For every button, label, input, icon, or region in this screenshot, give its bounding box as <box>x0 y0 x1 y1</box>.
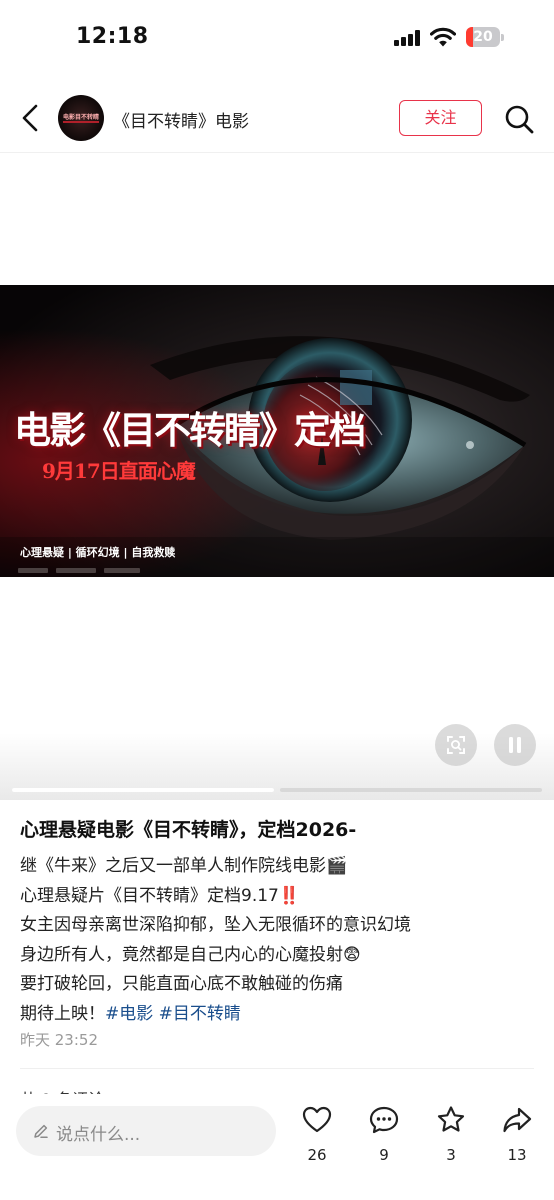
hashtag-movie[interactable]: #电影 <box>105 1004 153 1024</box>
like-count: 26 <box>307 1146 327 1164</box>
carousel-segment-2 <box>280 788 542 792</box>
bottom-action-bar: 说点什么... 26 9 3 13 <box>0 1094 554 1200</box>
comment-button[interactable]: 9 <box>359 1104 409 1164</box>
share-button[interactable]: 13 <box>492 1104 542 1164</box>
back-button[interactable] <box>14 98 48 138</box>
post-line: 继《牛来》之后又一部单人制作院线电影🎬 <box>20 856 348 876</box>
search-icon <box>505 105 534 134</box>
account-name[interactable]: 《目不转睛》电影 <box>113 107 249 132</box>
scan-icon <box>447 736 465 754</box>
movie-poster-image: 电影《目不转睛》定档 9月17日直面心魔 心理悬疑 | 循环幻境 | 自我救赎 <box>0 285 554 577</box>
carousel-segment-1-fill <box>12 788 274 792</box>
comment-input[interactable]: 说点什么... <box>16 1106 276 1156</box>
pause-icon <box>509 737 521 753</box>
poster-date: 9月17日直面心魔 <box>42 459 196 483</box>
battery-icon: 20 <box>466 27 504 47</box>
post-timestamp: 昨天 23:52 <box>20 1031 98 1049</box>
post-title: 心理悬疑电影《目不转睛》，定档2026- <box>20 819 357 841</box>
status-bar: 12:18 20 <box>0 0 554 70</box>
chevron-left-icon <box>22 104 38 132</box>
pen-icon <box>34 1124 48 1138</box>
status-time: 12:18 <box>76 24 149 49</box>
post-line-prefix: 期待上映！ <box>20 1003 105 1024</box>
search-button[interactable] <box>502 102 536 136</box>
star-icon <box>437 1106 465 1132</box>
signal-icon <box>394 30 420 46</box>
avatar-logo-text: 电影目不转睛 <box>62 114 99 121</box>
collect-button[interactable]: 3 <box>426 1104 476 1164</box>
media-carousel[interactable]: 电影《目不转睛》定档 9月17日直面心魔 心理悬疑 | 循环幻境 | 自我救赎 <box>0 153 554 800</box>
like-button[interactable]: 26 <box>292 1104 342 1164</box>
content-divider <box>20 1068 534 1069</box>
wifi-icon <box>429 26 457 48</box>
post-body: 继《牛来》之后又一部单人制作院线电影🎬 心理悬疑片《目不转睛》定档9.17‼️ … <box>20 852 534 1029</box>
poster-tags: 心理悬疑 | 循环幻境 | 自我救赎 <box>20 546 176 559</box>
collect-count: 3 <box>446 1146 456 1164</box>
battery-level: 20 <box>473 29 493 45</box>
follow-button[interactable]: 关注 <box>399 100 482 136</box>
post-line: 身边所有人，竟然都是自己内心的心魔投射😨 <box>20 944 361 965</box>
heart-icon <box>302 1106 332 1133</box>
poster-title: 电影《目不转睛》定档 <box>14 408 366 452</box>
image-search-button[interactable] <box>435 724 477 766</box>
share-icon <box>503 1107 532 1133</box>
comment-placeholder: 说点什么... <box>56 1125 141 1145</box>
pause-button[interactable] <box>494 724 536 766</box>
comment-count: 9 <box>379 1146 389 1164</box>
avatar[interactable]: 电影目不转睛 <box>58 95 104 141</box>
comment-bubble-icon <box>369 1106 399 1134</box>
poster-sponsor-logos <box>18 568 148 574</box>
post-line-last: 期待上映！#电影 #目不转睛 <box>20 1000 534 1030</box>
post-line: 女主因母亲离世深陷抑郁，坠入无限循环的意识幻境 <box>20 915 411 935</box>
comments-count-header: 共 9 条评论 <box>20 1086 104 1094</box>
share-count: 13 <box>507 1146 527 1164</box>
hashtag-title[interactable]: #目不转睛 <box>159 1004 241 1024</box>
post-line: 心理悬疑片《目不转睛》定档9.17‼️ <box>20 885 301 906</box>
post-header: 电影目不转睛 《目不转睛》电影 关注 <box>0 86 554 150</box>
post-line: 要打破轮回，只能直面心底不敢触碰的伤痛 <box>20 974 343 994</box>
